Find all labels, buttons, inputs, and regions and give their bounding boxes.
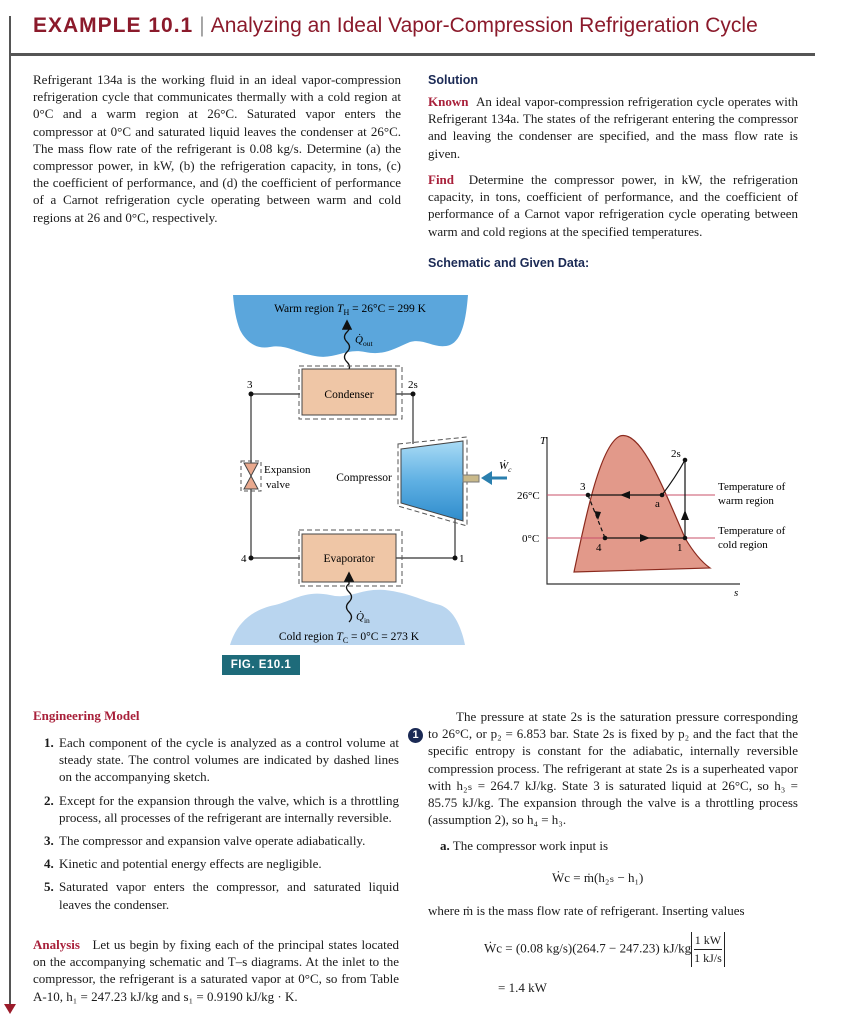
figure-label: FIG. E10.1 [222,655,300,675]
list-item: 1. Each component of the cycle is analyze… [44,735,399,785]
ts-point-4: 4 [596,542,602,554]
state-4-label: 4 [241,553,247,565]
cold-region-note-1: Temperature of [718,525,786,537]
analysis-text: Let us begin by fixing each of the princ… [33,937,399,1004]
ts-point-a: a [655,498,660,510]
analysis-paragraph: Analysis Let us begin by fixing each of … [33,936,399,1005]
compressor-work-equation: Ẇc = ṁ(h₂ₛ − h₁) [552,870,644,885]
t-high-label: 26°C [517,490,540,502]
state-3-label: 3 [247,379,253,391]
state-1-label: 1 [459,553,465,565]
analysis-label: Analysis [33,937,80,952]
list-item: 5. Saturated vapor enters the compressor,… [44,879,399,912]
where-text: where ṁ is the mass flow rate of refrige… [428,903,745,918]
cold-region-label: Cold region TC = 0°C = 273 K [279,631,420,645]
ts-diagram: T s 26°C 0°C 3 a 2s 1 4 Temperature of w… [517,435,786,599]
compressor-work-calculation: Ẇc = (0.08 kg/s)(264.7 − 247.23) kJ/kg 1 … [484,932,725,967]
assumptions-list: 1. Each component of the cycle is analyze… [33,734,399,919]
s-axis-label: s [734,587,738,599]
list-item: 2. Except for the expansion through the v… [44,792,399,825]
expansion-valve [243,462,259,490]
warm-region-note-1: Temperature of [718,481,786,493]
ts-point-1: 1 [677,542,683,554]
note-1-badge[interactable]: 1 [408,728,423,743]
t-axis-label: T [540,435,547,447]
compressor-power-result: = 1.4 kW [498,980,547,995]
list-item: 3. The compressor and expansion valve ope… [44,833,366,849]
warm-region-note-2: warm region [718,495,774,507]
engineering-model-heading: Engineering Model [33,708,140,723]
work-input-label: Ẇc [499,460,512,474]
cold-region-note-2: cold region [718,539,768,551]
condenser-label: Condenser [324,389,373,401]
state-analysis-paragraph: The pressure at state 2s is the saturati… [428,709,798,828]
ts-point-2s: 2s [671,448,681,460]
state-2s-label: 2s [408,379,418,391]
compressor-shaft [462,474,480,483]
expansion-valve-label-1: Expansion [264,464,311,476]
compressor-label: Compressor [336,472,392,484]
unit-conversion: 1 kW 1 kJ/s [691,932,725,967]
warm-region-label: Warm region TH = 26°C = 299 K [274,303,427,317]
work-arrowhead-icon [481,471,492,485]
compressor [400,440,464,522]
list-item: 4. Kinetic and potential energy effects a… [44,856,322,872]
expansion-valve-label-2: valve [266,479,290,491]
t-low-label: 0°C [522,533,539,545]
ts-point-3: 3 [580,481,586,493]
evaporator-label: Evaporator [323,553,374,565]
part-a-text: a. The compressor work input is [440,838,609,853]
saturation-dome [573,435,712,573]
